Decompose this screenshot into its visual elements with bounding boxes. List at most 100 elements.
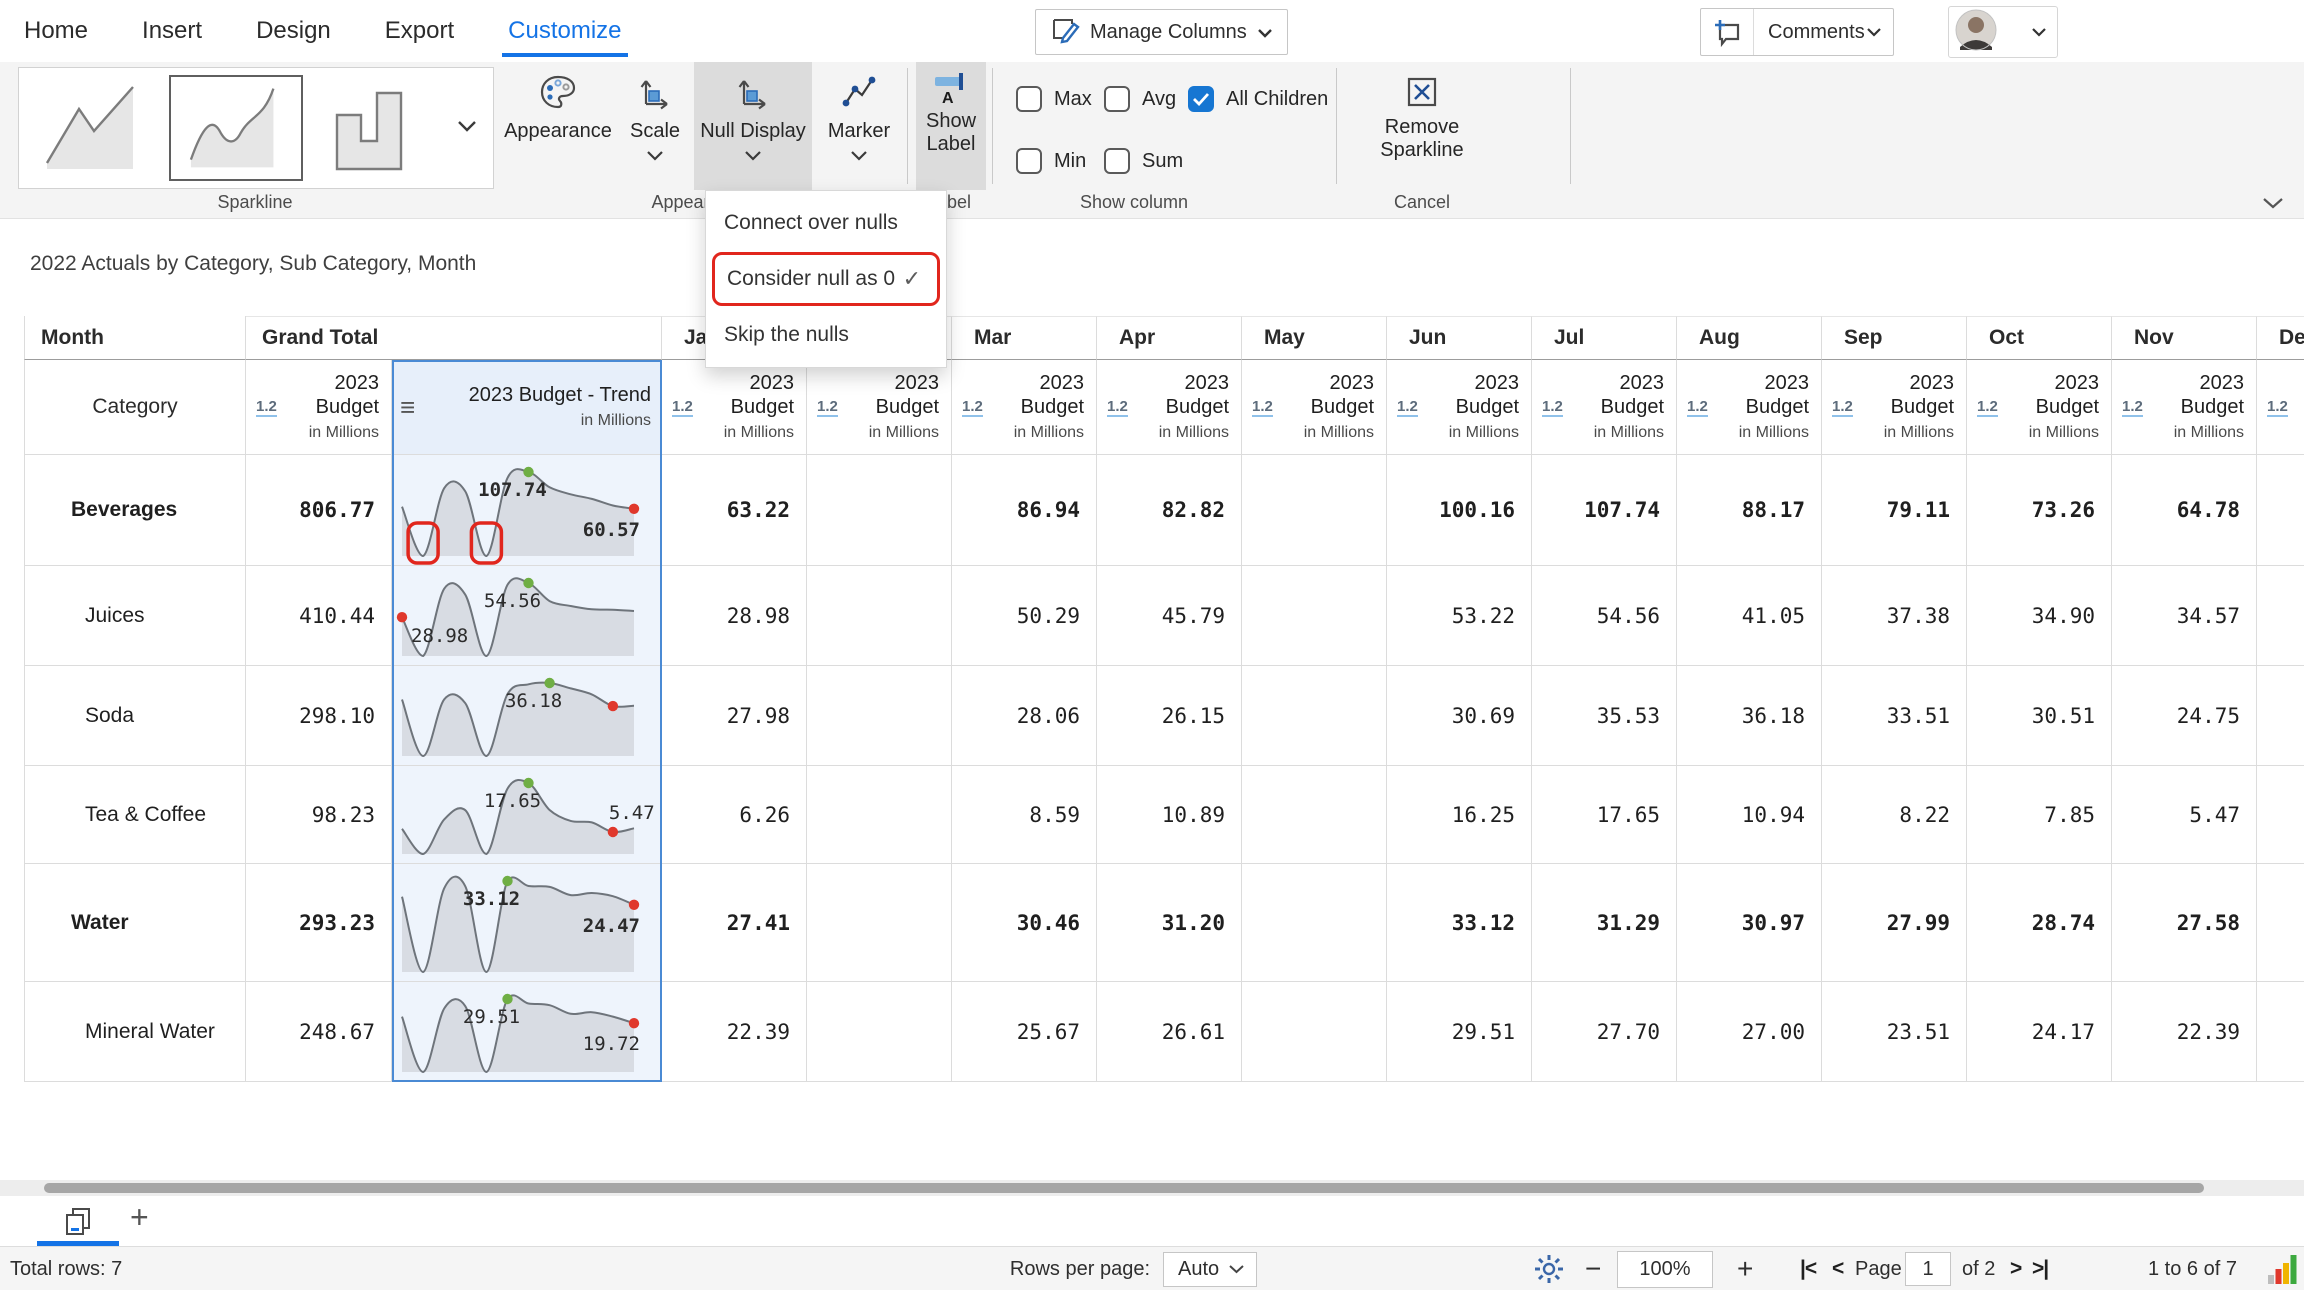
value-cell-dec[interactable] xyxy=(2257,566,2304,666)
value-cell-jun[interactable]: 29.51 xyxy=(1387,982,1532,1082)
grand-total-value[interactable]: 410.44 xyxy=(246,566,392,666)
category-cell-mineral-water[interactable]: Mineral Water xyxy=(24,982,246,1082)
value-cell-nov[interactable]: 22.39 xyxy=(2112,982,2257,1082)
number-format-icon[interactable]: 1.2 xyxy=(1687,398,1708,417)
budget-header-apr[interactable]: 1.2 2023 Budget in Millions xyxy=(1097,360,1242,455)
value-cell-feb[interactable] xyxy=(807,666,952,766)
grand-total-value[interactable]: 298.10 xyxy=(246,666,392,766)
number-format-icon[interactable]: 1.2 xyxy=(1977,398,1998,417)
column-group-jul[interactable]: Jul xyxy=(1532,316,1677,360)
column-header-month[interactable]: Month xyxy=(24,316,246,360)
value-cell-aug[interactable]: 88.17 xyxy=(1677,455,1822,566)
value-cell-mar[interactable]: 25.67 xyxy=(952,982,1097,1082)
tab-customize[interactable]: Customize xyxy=(502,11,628,57)
budget-header-aug[interactable]: 1.2 2023 Budget in Millions xyxy=(1677,360,1822,455)
unchecked-checkbox-icon[interactable] xyxy=(1016,86,1042,112)
value-cell-nov[interactable]: 5.47 xyxy=(2112,766,2257,864)
sparkline-style-step[interactable] xyxy=(313,77,443,179)
value-cell-jun[interactable]: 16.25 xyxy=(1387,766,1532,864)
budget-header-dec[interactable]: 1.2 2023Budgetin Millions xyxy=(2257,360,2304,455)
value-cell-apr[interactable]: 10.89 xyxy=(1097,766,1242,864)
value-cell-jul[interactable]: 35.53 xyxy=(1532,666,1677,766)
value-cell-apr[interactable]: 31.20 xyxy=(1097,864,1242,982)
prev-page-button[interactable]: < xyxy=(1832,1247,1844,1290)
column-group-apr[interactable]: Apr xyxy=(1097,316,1242,360)
budget-header-jun[interactable]: 1.2 2023 Budget in Millions xyxy=(1387,360,1532,455)
value-cell-oct[interactable]: 24.17 xyxy=(1967,982,2112,1082)
column-group-aug[interactable]: Aug xyxy=(1677,316,1822,360)
show-label-button[interactable]: A Show Label xyxy=(916,72,986,156)
tab-home[interactable]: Home xyxy=(22,11,90,51)
number-format-icon[interactable]: 1.2 xyxy=(2122,398,2143,417)
value-cell-apr[interactable]: 26.15 xyxy=(1097,666,1242,766)
budget-header-oct[interactable]: 1.2 2023 Budget in Millions xyxy=(1967,360,2112,455)
value-cell-sep[interactable]: 8.22 xyxy=(1822,766,1967,864)
checked-checkbox-icon[interactable] xyxy=(1188,86,1214,112)
value-cell-feb[interactable] xyxy=(807,566,952,666)
number-format-icon[interactable]: 1.2 xyxy=(1832,398,1853,417)
value-cell-oct[interactable]: 7.85 xyxy=(1967,766,2112,864)
zoom-in-button[interactable]: + xyxy=(1737,1247,1753,1290)
value-cell-jul[interactable]: 54.56 xyxy=(1532,566,1677,666)
value-cell-apr[interactable]: 45.79 xyxy=(1097,566,1242,666)
sparkline-cell[interactable]: 36.18 xyxy=(392,666,662,766)
value-cell-jul[interactable]: 31.29 xyxy=(1532,864,1677,982)
value-cell-dec[interactable] xyxy=(2257,982,2304,1082)
value-cell-may[interactable] xyxy=(1242,455,1387,566)
value-cell-jun[interactable]: 100.16 xyxy=(1387,455,1532,566)
unchecked-checkbox-icon[interactable] xyxy=(1016,148,1042,174)
value-cell-jan[interactable]: 27.98 xyxy=(662,666,807,766)
sparkline-cell[interactable]: 33.12 24.47 xyxy=(392,864,662,982)
checkbox-avg[interactable]: Avg xyxy=(1104,86,1176,112)
value-cell-jan[interactable]: 27.41 xyxy=(662,864,807,982)
value-cell-mar[interactable]: 50.29 xyxy=(952,566,1097,666)
value-cell-mar[interactable]: 86.94 xyxy=(952,455,1097,566)
column-group-jun[interactable]: Jun xyxy=(1387,316,1532,360)
sparkline-style-line[interactable] xyxy=(29,77,159,179)
sparkline-cell[interactable]: 54.56 28.98 xyxy=(392,566,662,666)
number-format-icon[interactable]: 1.2 xyxy=(2267,398,2288,417)
column-group-sep[interactable]: Sep xyxy=(1822,316,1967,360)
column-group-may[interactable]: May xyxy=(1242,316,1387,360)
first-page-button[interactable]: |< xyxy=(1800,1247,1817,1290)
value-cell-may[interactable] xyxy=(1242,566,1387,666)
value-cell-may[interactable] xyxy=(1242,766,1387,864)
add-sheet-button[interactable]: + xyxy=(130,1199,149,1236)
rows-per-page-select[interactable]: Auto xyxy=(1163,1252,1257,1287)
value-cell-oct[interactable]: 28.74 xyxy=(1967,864,2112,982)
number-format-icon[interactable]: 1.2 xyxy=(256,398,277,417)
row-header-category[interactable]: Category xyxy=(24,360,246,455)
manage-columns-button[interactable]: Manage Columns xyxy=(1035,9,1288,55)
value-cell-apr[interactable]: 26.61 xyxy=(1097,982,1242,1082)
next-page-button[interactable]: > xyxy=(2010,1247,2022,1290)
tab-insert[interactable]: Insert xyxy=(140,11,204,51)
checkbox-all-children[interactable]: All Children xyxy=(1188,86,1328,112)
tab-export[interactable]: Export xyxy=(383,11,456,51)
value-cell-aug[interactable]: 10.94 xyxy=(1677,766,1822,864)
value-cell-sep[interactable]: 37.38 xyxy=(1822,566,1967,666)
number-format-icon[interactable]: 1.2 xyxy=(672,398,693,417)
category-cell-beverages[interactable]: Beverages xyxy=(24,455,246,566)
number-format-icon[interactable]: 1.2 xyxy=(817,398,838,417)
tab-design[interactable]: Design xyxy=(254,11,333,51)
value-cell-dec[interactable] xyxy=(2257,666,2304,766)
value-cell-sep[interactable]: 27.99 xyxy=(1822,864,1967,982)
number-format-icon[interactable]: 1.2 xyxy=(1107,398,1128,417)
value-cell-jan[interactable]: 28.98 xyxy=(662,566,807,666)
column-group-dec[interactable]: Dec xyxy=(2257,316,2304,360)
value-cell-nov[interactable]: 64.78 xyxy=(2112,455,2257,566)
horizontal-scrollbar-thumb[interactable] xyxy=(44,1183,2204,1193)
value-cell-nov[interactable]: 24.75 xyxy=(2112,666,2257,766)
value-cell-nov[interactable]: 27.58 xyxy=(2112,864,2257,982)
value-cell-mar[interactable]: 28.06 xyxy=(952,666,1097,766)
checkbox-sum[interactable]: Sum xyxy=(1104,148,1183,174)
column-group-nov[interactable]: Nov xyxy=(2112,316,2257,360)
budget-header-jan[interactable]: 1.2 2023 Budget in Millions xyxy=(662,360,807,455)
value-cell-dec[interactable] xyxy=(2257,455,2304,566)
value-cell-aug[interactable]: 36.18 xyxy=(1677,666,1822,766)
number-format-icon[interactable]: 1.2 xyxy=(1542,398,1563,417)
comments-button[interactable]: Comments xyxy=(1700,8,1894,56)
value-cell-jan[interactable]: 6.26 xyxy=(662,766,807,864)
value-cell-jan[interactable]: 22.39 xyxy=(662,982,807,1082)
number-format-icon[interactable]: 1.2 xyxy=(1252,398,1273,417)
